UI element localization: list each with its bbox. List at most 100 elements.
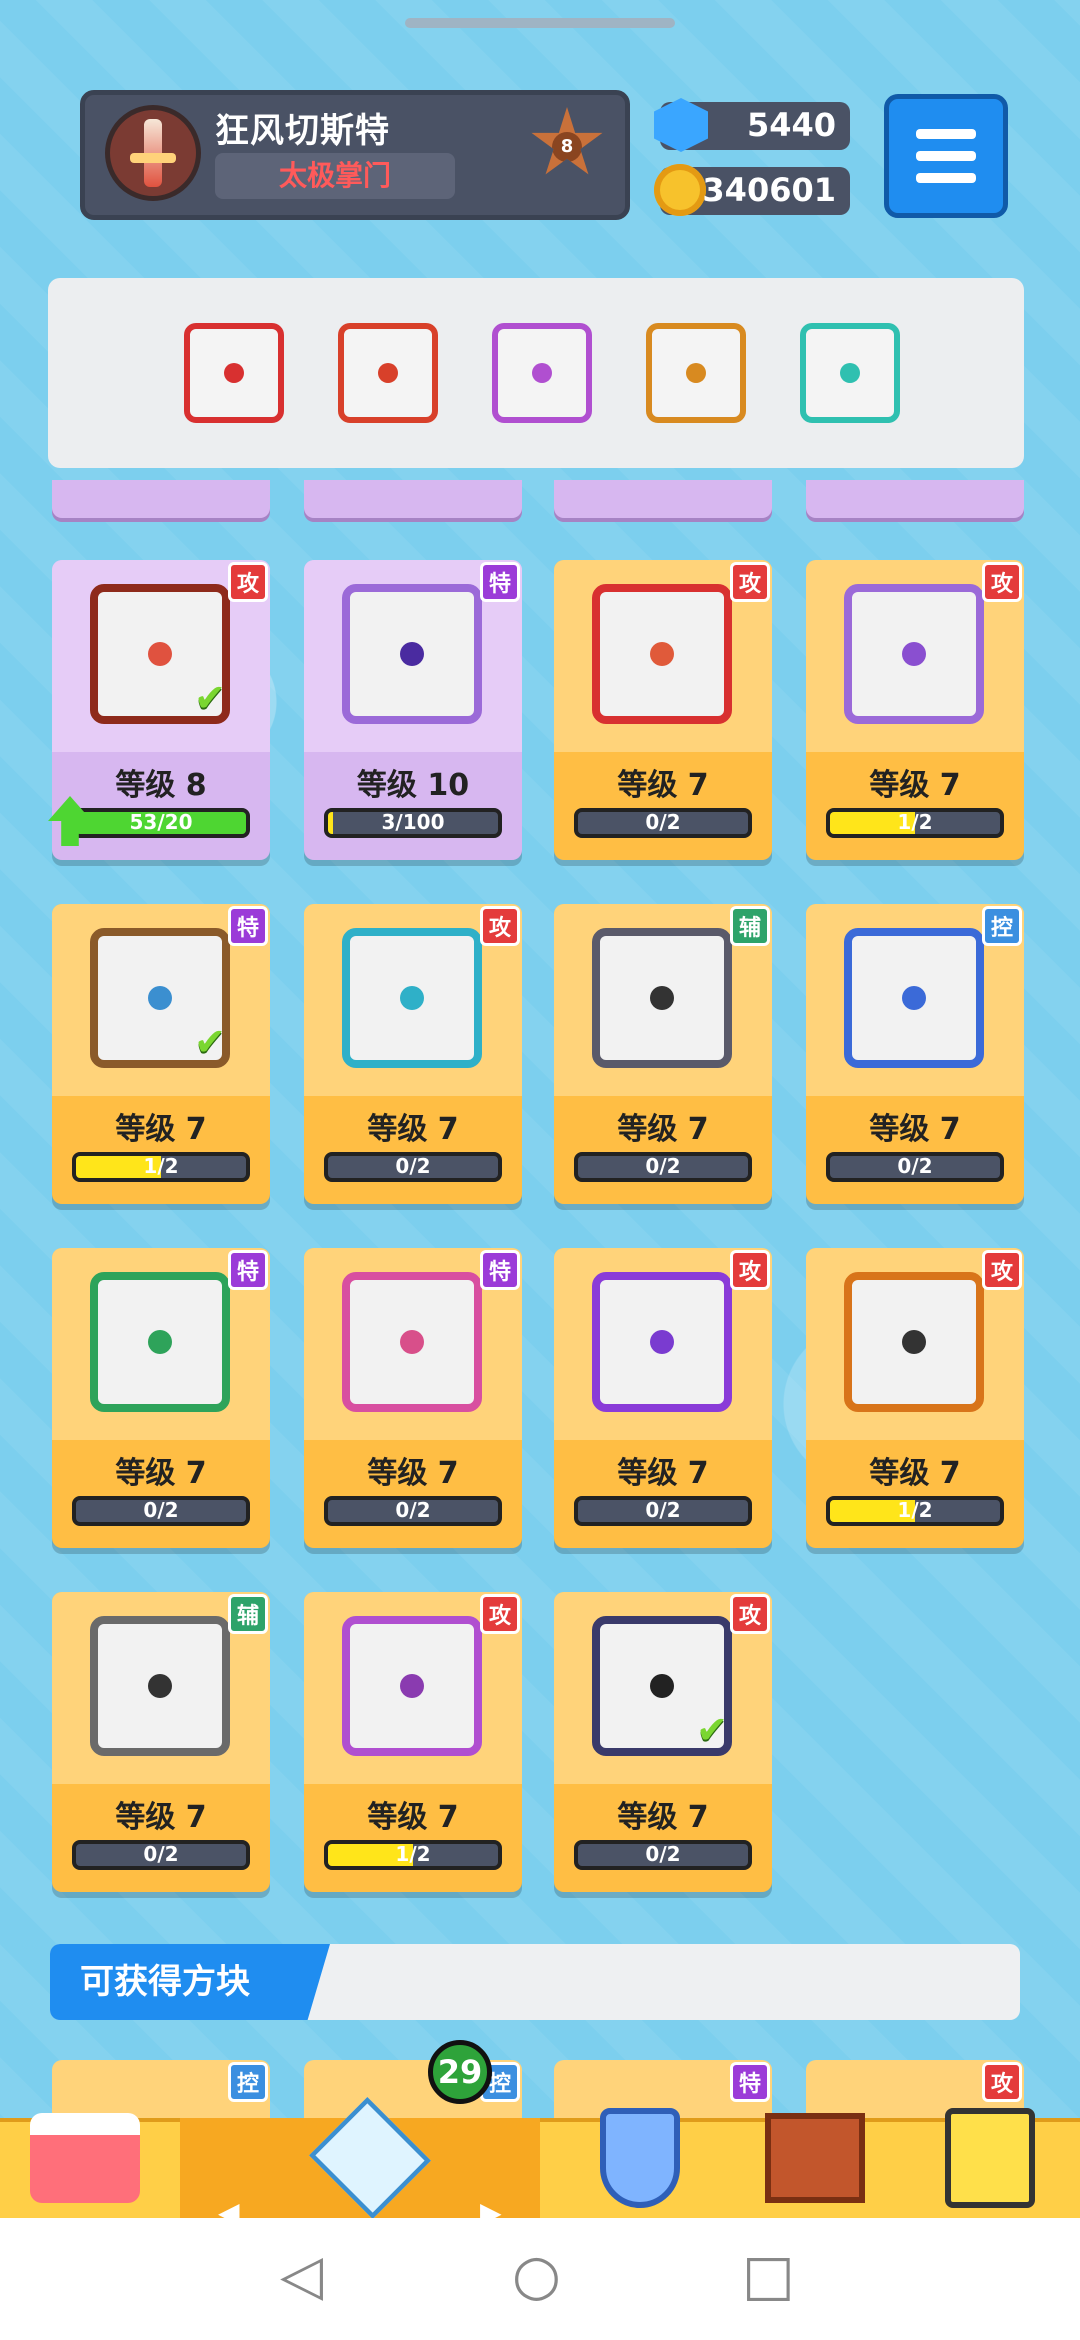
skill-card[interactable]: 辅等级 7 0/2: [554, 904, 772, 1204]
card-level: 等级 7: [115, 1800, 207, 1835]
progress-text: 1/2: [395, 1842, 431, 1866]
skill-card[interactable]: 特等级 7 0/2: [52, 1248, 270, 1548]
skill-card[interactable]: 攻等级 7 1/2: [304, 1592, 522, 1892]
skill-card[interactable]: 特等级 7 0/2: [304, 1248, 522, 1548]
gem-counter[interactable]: 5440: [654, 98, 850, 152]
purple-rune-icon: [844, 584, 984, 724]
fire-phoenix-icon: ✔: [90, 584, 230, 724]
deck-slot-5[interactable]: [800, 323, 900, 423]
rank-value: 8: [552, 132, 582, 162]
skill-card[interactable]: 攻等级 7 0/2: [554, 560, 772, 860]
progress-text: 0/2: [395, 1498, 431, 1522]
card-level: 等级 10: [356, 768, 470, 803]
dragon-blade-icon: [224, 363, 244, 383]
recents-icon[interactable]: □: [742, 2248, 795, 2304]
skill-card[interactable]: 辅等级 7 0/2: [52, 1592, 270, 1892]
progress-bar: 0/2: [574, 1496, 752, 1526]
sword-icon: [130, 119, 176, 187]
skill-card[interactable]: 特等级 10 3/100: [304, 560, 522, 860]
infinity-dragon-icon: [686, 363, 706, 383]
progress-text: 1/2: [897, 1498, 933, 1522]
dice-cube-icon: [309, 2097, 431, 2219]
skill-card[interactable]: 攻等级 7 0/2: [304, 904, 522, 1204]
role-badge: 特: [730, 2062, 770, 2102]
progress-bar: 0/2: [574, 1152, 752, 1182]
deck-slot-3[interactable]: [492, 323, 592, 423]
gem-value: 5440: [746, 106, 836, 144]
rank-star-icon: 8: [531, 107, 603, 175]
notification-count: 29: [428, 2040, 492, 2104]
skill-card[interactable]: 攻等级 7 1/2: [806, 560, 1024, 860]
progress-text: 1/2: [897, 810, 933, 834]
equipped-deck: [48, 278, 1024, 468]
role-badge: 特: [480, 1250, 520, 1290]
role-badge: 控: [228, 2062, 268, 2102]
progress-bar: 53/20: [72, 808, 250, 838]
lightning-orb-icon: [342, 584, 482, 724]
card-strip: [806, 480, 1024, 518]
progress-text: 0/2: [645, 1498, 681, 1522]
role-badge: 特: [228, 1250, 268, 1290]
skill-card[interactable]: 攻等级 7 1/2: [806, 1248, 1024, 1548]
coin-icon: [654, 164, 706, 216]
gem-icon: [654, 98, 708, 152]
card-level: 等级 7: [617, 1800, 709, 1835]
nav-battle[interactable]: [575, 2100, 705, 2216]
role-badge: 特: [480, 562, 520, 602]
role-badge: 攻: [730, 562, 770, 602]
obtainable-label: 可获得方块: [50, 1944, 330, 2020]
nav-clan[interactable]: [750, 2100, 880, 2216]
progress-bar: 1/2: [826, 808, 1004, 838]
nav-shop[interactable]: [20, 2100, 150, 2216]
progress-bar: 0/2: [324, 1152, 502, 1182]
card-level: 等级 7: [367, 1800, 459, 1835]
equipped-check-icon: ✔: [194, 676, 226, 720]
nav-cubes[interactable]: [305, 2097, 435, 2219]
progress-bar: 0/2: [72, 1496, 250, 1526]
card-level: 等级 7: [617, 1456, 709, 1491]
equipped-check-icon: ✔: [194, 1020, 226, 1064]
menu-button[interactable]: [884, 94, 1008, 218]
role-badge: 辅: [730, 906, 770, 946]
coin-counter[interactable]: 340601: [654, 164, 850, 216]
deck-slot-1[interactable]: [184, 323, 284, 423]
nav-hero[interactable]: [925, 2100, 1055, 2216]
card-level: 等级 7: [115, 1112, 207, 1147]
card-level: 等级 7: [869, 768, 961, 803]
progress-text: 0/2: [897, 1154, 933, 1178]
avatar[interactable]: [105, 105, 201, 201]
progress-bar: 0/2: [324, 1496, 502, 1526]
sun-star-icon: [592, 584, 732, 724]
progress-text: 3/100: [381, 810, 445, 834]
clock-icon: [90, 1616, 230, 1756]
infinity-icon: ✔: [90, 928, 230, 1068]
card-strip: [554, 480, 772, 518]
skill-card[interactable]: 攻等级 7 0/2: [554, 1248, 772, 1548]
skill-card[interactable]: ✔ 特等级 7 1/2: [52, 904, 270, 1204]
progress-bar: 3/100: [324, 808, 502, 838]
skill-card[interactable]: ✔ 攻等级 7 0/2: [554, 1592, 772, 1892]
progress-text: 0/2: [645, 1842, 681, 1866]
deck-slot-4[interactable]: [646, 323, 746, 423]
progress-text: 0/2: [645, 1154, 681, 1178]
hero-icon: [945, 2108, 1035, 2208]
fire-phoenix-icon: [378, 363, 398, 383]
progress-bar: 1/2: [324, 1840, 502, 1870]
player-profile[interactable]: 狂风切斯特 太极掌门 8: [80, 90, 630, 220]
deck-slot-2[interactable]: [338, 323, 438, 423]
progress-bar: 0/2: [72, 1840, 250, 1870]
home-icon[interactable]: ○: [512, 2248, 561, 2304]
skill-card[interactable]: 控等级 7 0/2: [806, 904, 1024, 1204]
skill-card[interactable]: ✔ 攻等级 8 53/20: [48, 560, 270, 860]
role-badge: 攻: [982, 1250, 1022, 1290]
progress-text: 0/2: [645, 810, 681, 834]
atom-icon: [592, 1272, 732, 1412]
back-icon[interactable]: ◁: [280, 2248, 323, 2304]
role-badge: 攻: [982, 2062, 1022, 2102]
star-icon: [342, 1616, 482, 1756]
crossed-swords-icon: [342, 1272, 482, 1412]
card-level: 等级 7: [617, 768, 709, 803]
role-badge: 辅: [228, 1594, 268, 1634]
role-badge: 攻: [730, 1250, 770, 1290]
role-badge: 攻: [480, 906, 520, 946]
